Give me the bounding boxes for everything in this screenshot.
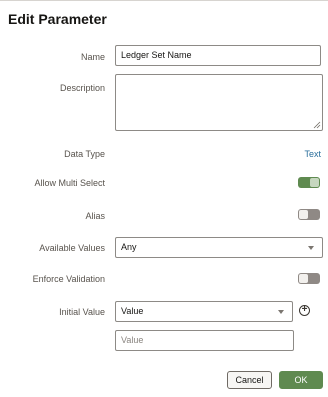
chevron-down-icon [278,310,284,314]
name-input[interactable]: Ledger Set Name [115,45,321,66]
top-divider [0,0,328,1]
initial-value-input[interactable]: Value [115,330,294,351]
available-values-select[interactable]: Any [115,237,323,258]
initial-value-select[interactable]: Value [115,301,293,322]
toggle-knob [299,210,308,219]
allow-multi-select-toggle[interactable] [298,177,320,188]
chevron-down-icon [308,246,314,250]
dialog-title: Edit Parameter [8,11,107,27]
initial-value-selected: Value [121,306,144,316]
available-values-selected: Any [121,242,137,252]
name-label: Name [80,52,105,62]
initial-value-label: Initial Value [59,307,105,317]
enforce-validation-toggle[interactable] [298,273,320,284]
data-type-value[interactable]: Text [304,149,321,159]
description-textarea[interactable] [115,74,323,131]
allow-multi-select-label: Allow Multi Select [34,178,105,188]
description-label: Description [59,83,105,93]
ok-button[interactable]: OK [279,371,323,389]
available-values-label: Available Values [39,243,105,253]
toggle-knob [299,274,308,283]
alias-toggle[interactable] [298,209,320,220]
plus-circle-icon[interactable]: + [299,305,310,316]
toggle-knob [310,178,319,187]
initial-value-placeholder: Value [121,335,144,345]
enforce-validation-label: Enforce Validation [32,274,105,284]
resize-grip-icon[interactable] [313,121,321,129]
data-type-label: Data Type [64,149,105,159]
cancel-button[interactable]: Cancel [227,371,272,389]
alias-label: Alias [85,211,105,221]
